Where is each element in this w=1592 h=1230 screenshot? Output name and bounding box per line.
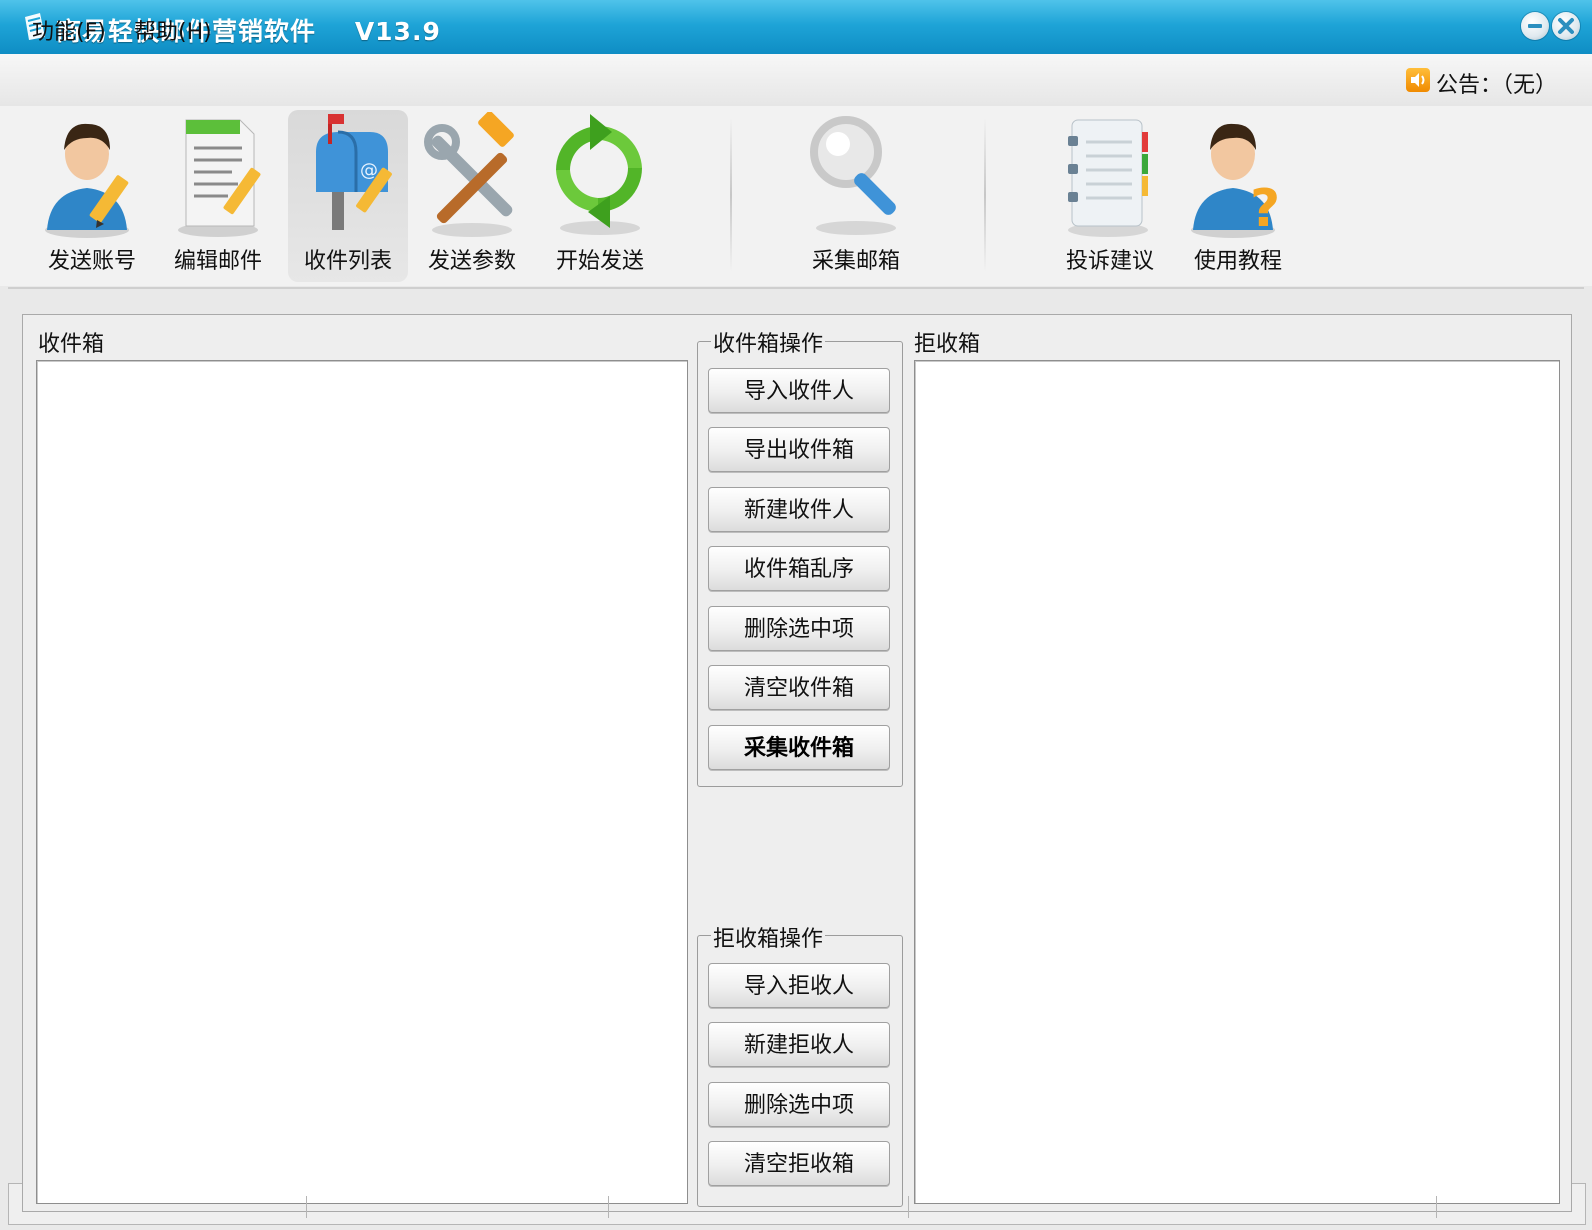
toolbar-tutorial-button[interactable]: ? 使用教程	[1178, 110, 1298, 282]
toolbar-send-params-button[interactable]: 发送参数	[412, 110, 532, 282]
reject-ops-title: 拒收箱操作	[711, 921, 826, 953]
status-separator	[306, 1196, 307, 1218]
toolbar-recipient-list-button[interactable]: @ 收件列表	[288, 110, 408, 282]
toolbar-start-send-button[interactable]: 开始发送	[540, 110, 660, 282]
toolbar-edit-mail-button[interactable]: 编辑邮件	[158, 110, 278, 282]
notice-text[interactable]: 公告：（无）	[1436, 67, 1557, 99]
mailbox-icon: @	[316, 114, 392, 230]
delete-selected-button[interactable]: 删除选中项	[708, 606, 890, 651]
toolbar-collect-email-button[interactable]: 采集邮箱	[796, 110, 916, 282]
new-reject-button[interactable]: 新建拒收人	[708, 1022, 890, 1067]
toolbar-label: 开始发送	[555, 249, 644, 274]
refresh-icon	[556, 114, 642, 235]
menu-function[interactable]: 功能(F)	[32, 14, 106, 46]
toolbar-separator	[730, 118, 732, 272]
toolbar-separator	[984, 118, 986, 272]
tools-icon	[424, 112, 514, 237]
toolbar-feedback-button[interactable]: 投诉建议	[1050, 110, 1170, 282]
window-title: 商易轻快邮件营销软件 V13.9	[56, 17, 441, 46]
menu-bar	[0, 54, 1592, 106]
import-recipients-button[interactable]: 导入收件人	[708, 368, 890, 413]
clear-reject-button[interactable]: 清空拒收箱	[708, 1141, 890, 1186]
toolbar-label: 使用教程	[1193, 249, 1282, 274]
user-help-icon: ?	[1191, 123, 1280, 239]
minimize-icon	[1528, 24, 1542, 28]
inbox-title: 收件箱	[38, 332, 105, 357]
reject-title: 拒收箱	[914, 332, 981, 357]
svg-text:?: ?	[1250, 179, 1280, 239]
reject-list[interactable]	[914, 360, 1560, 1204]
clear-inbox-button[interactable]: 清空收件箱	[708, 665, 890, 710]
document-edit-icon	[178, 119, 261, 237]
collect-inbox-button[interactable]: 采集收件箱	[708, 725, 890, 770]
inbox-list[interactable]	[36, 360, 688, 1204]
import-rejects-button[interactable]: 导入拒收人	[708, 963, 890, 1008]
speaker-icon	[1406, 68, 1430, 92]
toolbar-label: 发送账号	[47, 249, 136, 274]
toolbar-divider	[8, 287, 1584, 289]
status-separator	[908, 1196, 909, 1218]
shuffle-inbox-button[interactable]: 收件箱乱序	[708, 546, 890, 591]
toolbar-label: 编辑邮件	[173, 249, 262, 274]
magnifier-icon	[810, 116, 896, 235]
user-edit-icon	[45, 123, 129, 238]
minimize-button[interactable]	[1521, 12, 1549, 40]
menu-help[interactable]: 帮助(H)	[134, 14, 212, 46]
toolbar-label: 投诉建议	[1065, 249, 1154, 274]
inbox-ops-title: 收件箱操作	[711, 326, 826, 358]
delete-selected-reject-button[interactable]: 删除选中项	[708, 1082, 890, 1127]
close-button[interactable]	[1552, 12, 1580, 40]
status-separator	[608, 1196, 609, 1218]
toolbar-label: 收件列表	[303, 249, 392, 274]
new-recipient-button[interactable]: 新建收件人	[708, 487, 890, 532]
status-separator	[1436, 1196, 1437, 1218]
toolbar-send-account-button[interactable]: 发送账号	[32, 110, 152, 282]
export-inbox-button[interactable]: 导出收件箱	[708, 427, 890, 472]
notebook-icon	[1068, 119, 1148, 237]
toolbar-label: 发送参数	[427, 249, 516, 274]
toolbar-label: 采集邮箱	[811, 249, 900, 274]
close-icon	[1558, 18, 1574, 34]
